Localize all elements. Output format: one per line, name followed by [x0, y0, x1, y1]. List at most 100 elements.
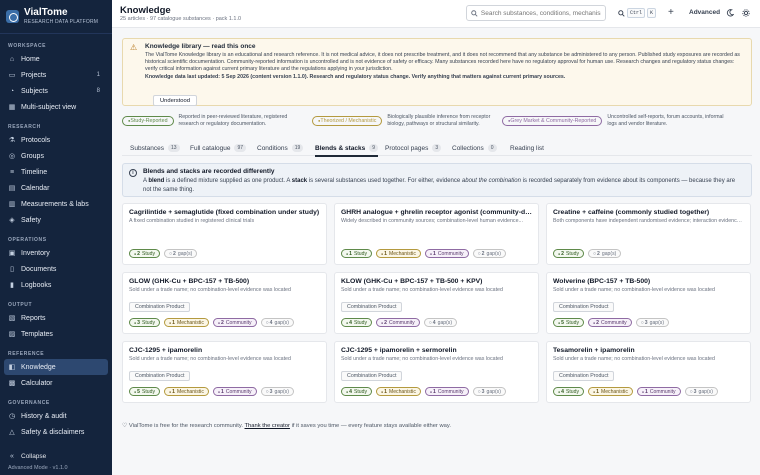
sidebar-item-groups[interactable]: ◎ Groups: [0, 148, 112, 164]
info-text-1: A: [143, 178, 147, 184]
gap-circle-icon: ○: [593, 250, 597, 257]
sidebar-item-label: History & audit: [21, 412, 67, 420]
blend-card[interactable]: CJC-1295 + ipamorelin + sermorelin Sold u…: [334, 341, 539, 403]
sidebar-item-label: Templates: [21, 330, 53, 338]
sidebar-item-safety-disclaimers[interactable]: △ Safety & disclaimers: [0, 424, 112, 440]
evidence-pill-mech: ● 1 Mechanistic: [164, 318, 209, 327]
tab-label: Substances: [130, 144, 164, 152]
sidebar-item-safety[interactable]: ◈ Safety: [0, 212, 112, 228]
nav-section-reference: REFERENCE: [8, 351, 45, 357]
evidence-count: 1: [433, 250, 436, 257]
evidence-pill-comm: ● 1 Community: [212, 387, 257, 396]
sidebar-item-timeline[interactable]: ≡ Timeline: [0, 164, 112, 180]
legend-text-line: biology, pathways or structural similari…: [387, 120, 480, 127]
evidence-pills: ● 3 Study ● 1 Mechanistic ● 2 Community ○ 4 gap(s): [129, 318, 298, 327]
sidebar-item-knowledge[interactable]: ◧ Knowledge: [4, 359, 108, 375]
blend-card[interactable]: CJC-1295 + ipamorelin Sold under a trade …: [122, 341, 327, 403]
tab-blends-stacks[interactable]: Blends & stacks 9: [315, 142, 378, 157]
evidence-label: Community: [649, 388, 676, 395]
legend-description: Uncontrolled self-reports, forum account…: [607, 114, 723, 127]
sidebar-item-templates[interactable]: ▨ Templates: [0, 326, 112, 342]
legend-pill-label: Grey Market & Community-Reported: [510, 117, 597, 124]
blend-card[interactable]: GLOW (GHK-Cu + BPC-157 + TB-500) Sold und…: [122, 272, 327, 334]
blend-card[interactable]: Creatine + caffeine (commonly studied to…: [546, 203, 751, 265]
sidebar-item-documents[interactable]: ▯ Documents: [0, 261, 112, 277]
sidebar-item-history-audit[interactable]: ◷ History & audit: [0, 408, 112, 424]
command-search-icon[interactable]: [618, 10, 625, 17]
sidebar-item-multi-subject-view[interactable]: ▦ Multi-subject view: [0, 99, 112, 115]
blend-card[interactable]: KLOW (GHK-Cu + BPC-157 + TB-500 + KPV) So…: [334, 272, 539, 334]
card-title: Cagrilintide + semaglutide (fixed combin…: [129, 209, 320, 216]
sidebar-item-label: Home: [21, 55, 40, 63]
evidence-pill-study: ● 1 Study: [341, 249, 372, 258]
evidence-pill-gap: ○ 3 gap(s): [635, 318, 670, 327]
tab-full-catalogue[interactable]: Full catalogue 97: [190, 142, 247, 154]
legend-item: ● Grey Market & Community-Reported Uncont…: [502, 114, 724, 127]
sidebar-item-count: 1: [96, 72, 100, 78]
evidence-label: Study: [565, 250, 579, 257]
sidebar-item-subjects[interactable]: ◔ Subjects 8: [0, 83, 112, 99]
advanced-toggle[interactable]: Advanced: [689, 9, 720, 16]
add-icon[interactable]: +: [668, 7, 674, 18]
blend-card[interactable]: GHRH analogue + ghrelin receptor agonist…: [334, 203, 539, 265]
evidence-pill-gap: ○ 2 gap(s): [588, 249, 622, 258]
theme-moon-icon[interactable]: [726, 9, 734, 17]
gap-circle-icon: ○: [169, 250, 173, 257]
nav-section-workspace: WORKSPACE: [8, 43, 47, 49]
search-input[interactable]: [480, 9, 601, 17]
search-box[interactable]: [466, 5, 606, 21]
vialtome-logo-icon: [6, 10, 19, 23]
evidence-pill-study: ● 3 Study: [129, 318, 160, 327]
tab-substances[interactable]: Substances 13: [130, 142, 180, 154]
evidence-count: 2: [221, 319, 224, 326]
document-icon: ▯: [10, 266, 14, 273]
calculator-icon: ▩: [8, 380, 16, 387]
sidebar-item-protocols[interactable]: ⚗ Protocols: [0, 132, 112, 148]
settings-gear-icon[interactable]: [742, 9, 750, 17]
evidence-dot-icon: ●: [134, 389, 137, 394]
brand[interactable]: VialTome RESEARCH DATA PLATFORM: [0, 0, 112, 34]
sidebar-item-label: Calendar: [21, 184, 50, 192]
tab-protocol-pages[interactable]: Protocol pages 3: [385, 142, 442, 154]
sidebar-item-home[interactable]: ⌂ Home: [0, 51, 112, 67]
evidence-count: 3: [137, 319, 140, 326]
evidence-pill-gap: ○ 2 gap(s): [472, 249, 506, 258]
evidence-pill-study: ● 4 Study: [553, 387, 584, 396]
sidebar-item-projects[interactable]: ▭ Projects 1: [0, 67, 112, 83]
sidebar-item-reports[interactable]: ▧ Reports: [0, 310, 112, 326]
evidence-label: Study: [353, 250, 367, 257]
evidence-dot-icon: ●: [593, 320, 596, 325]
sidebar-item-calendar[interactable]: ▤ Calendar: [0, 180, 112, 196]
card-title: Tesamorelin + ipamorelin: [553, 347, 635, 354]
evidence-dot-icon: ●: [169, 320, 172, 325]
sidebar-item-logbooks[interactable]: ▮ Logbooks: [0, 277, 112, 293]
sidebar-item-measurements-labs[interactable]: ▥ Measurements & labs: [0, 196, 112, 212]
sidebar-item-inventory[interactable]: ▣ Inventory: [0, 245, 112, 261]
grid-icon: ▦: [8, 104, 16, 111]
brand-subtitle: RESEARCH DATA PLATFORM: [24, 19, 99, 25]
blend-card[interactable]: Cagrilintide + semaglutide (fixed combin…: [122, 203, 327, 265]
card-title: GLOW (GHK-Cu + BPC-157 + TB-500): [129, 278, 250, 285]
notice-title: Knowledge library — read this once: [145, 43, 256, 50]
sidebar-item-calculator[interactable]: ▩ Calculator: [0, 375, 112, 391]
blend-card[interactable]: Tesamorelin + ipamorelin Sold under a tra…: [546, 341, 751, 403]
thank-creator-link[interactable]: Thank the creator: [245, 423, 290, 429]
tab-collections[interactable]: Collections 0: [452, 142, 497, 154]
tab-conditions[interactable]: Conditions 19: [257, 142, 304, 154]
evidence-label: Mechanistic: [176, 319, 204, 326]
sidebar-item-label: Logbooks: [21, 281, 52, 289]
sidebar-item-label: Calculator: [21, 379, 53, 387]
evidence-label: gap(s): [486, 250, 501, 257]
combination-product-tag: Combination Product: [553, 302, 615, 312]
evidence-dot-icon: ●: [558, 389, 561, 394]
nav-section-output: OUTPUT: [8, 302, 33, 308]
blend-card[interactable]: Wolverine (BPC-157 + TB-500) Sold under a…: [546, 272, 751, 334]
evidence-count: 1: [221, 388, 224, 395]
collapse-button[interactable]: « Collapse: [8, 450, 104, 462]
card-description: A fixed combination studied in registere…: [129, 218, 255, 224]
understood-button[interactable]: Understood: [153, 95, 197, 106]
evidence-pill-comm: ● 2 Community: [376, 318, 420, 327]
evidence-pill-study: ● 2 Study: [129, 249, 160, 258]
tab-label: Reading list: [510, 144, 544, 152]
tab-reading-list[interactable]: Reading list: [510, 142, 544, 154]
